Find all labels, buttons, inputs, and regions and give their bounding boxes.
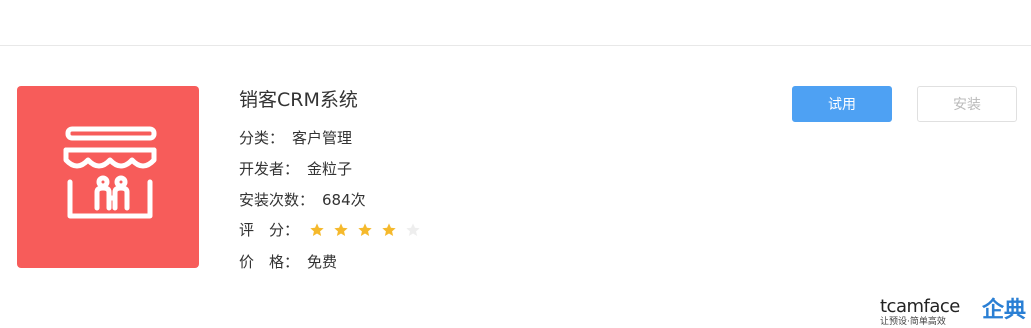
storefront-icon bbox=[63, 126, 157, 219]
category-value: 客户管理 bbox=[292, 129, 353, 147]
installs-row: 安装次数： 684次 bbox=[239, 189, 366, 211]
rating-label: 评 分： bbox=[239, 221, 300, 239]
app-title: 销客CRM系统 bbox=[239, 89, 358, 111]
install-button[interactable]: 安装 bbox=[917, 86, 1017, 122]
star-empty-icon bbox=[405, 219, 421, 241]
watermark-cn: 企典 bbox=[982, 298, 1027, 323]
price-label: 价 格： bbox=[239, 253, 300, 271]
watermark-slogan: 让预设·简单高效 bbox=[880, 317, 946, 327]
top-divider bbox=[0, 45, 1031, 46]
installs-label: 安装次数： bbox=[239, 191, 315, 209]
rating-row: 评 分： bbox=[239, 219, 429, 241]
developer-value: 金粒子 bbox=[307, 160, 353, 178]
developer-row: 开发者： 金粒子 bbox=[239, 158, 352, 180]
star-filled-icon bbox=[381, 219, 397, 241]
star-filled-icon bbox=[309, 219, 325, 241]
star-filled-icon bbox=[333, 219, 349, 241]
price-row: 价 格： 免费 bbox=[239, 251, 337, 273]
category-row: 分类： 客户管理 bbox=[239, 127, 352, 149]
watermark-brand: tcamface bbox=[880, 296, 960, 317]
trial-button[interactable]: 试用 bbox=[792, 86, 892, 122]
app-icon bbox=[17, 86, 199, 268]
developer-label: 开发者： bbox=[239, 160, 300, 178]
category-label: 分类： bbox=[239, 129, 285, 147]
price-value: 免费 bbox=[307, 253, 338, 271]
rating-stars bbox=[309, 219, 429, 241]
watermark-logo: tcamface 让预设·简单高效 企典 bbox=[880, 297, 1031, 328]
installs-value: 684次 bbox=[322, 191, 366, 209]
star-filled-icon bbox=[357, 219, 373, 241]
